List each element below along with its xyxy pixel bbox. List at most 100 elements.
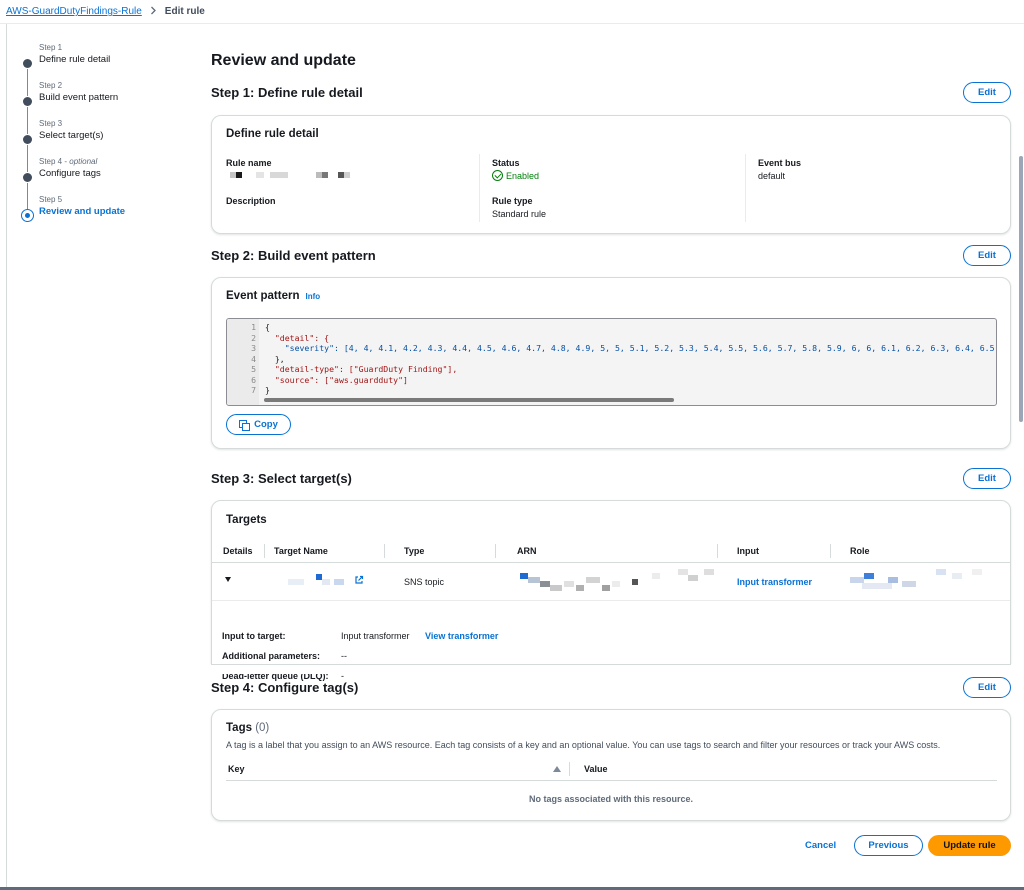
update-rule-button[interactable]: Update rule xyxy=(928,835,1011,856)
column-type: Type xyxy=(404,546,425,556)
column-divider xyxy=(569,762,570,776)
section-divider xyxy=(211,664,1011,665)
code-line: } xyxy=(265,385,270,395)
wizard-step-label: Build event pattern xyxy=(39,92,119,103)
page-scrollbar[interactable] xyxy=(1018,24,1024,887)
step-dot-icon xyxy=(23,135,32,144)
step3-edit-button[interactable]: Edit xyxy=(963,468,1011,489)
wizard-step-1[interactable]: Step 1 Define rule detail xyxy=(18,42,188,96)
rule-type-label: Rule type xyxy=(492,196,533,206)
column-value: Value xyxy=(584,764,608,774)
event-pattern-code[interactable]: 1 2 3 4 5 6 7 { "detail": { "severity": … xyxy=(226,318,997,406)
header-divider xyxy=(212,562,1010,563)
wizard-step-label: Review and update xyxy=(39,206,126,217)
column-role: Role xyxy=(850,546,870,556)
event-pattern-card: Event pattern Info 1 2 3 4 5 6 7 { "detai… xyxy=(211,277,1011,449)
input-transformer-link[interactable]: Input transformer xyxy=(737,577,812,587)
wizard-step-2[interactable]: Step 2 Build event pattern xyxy=(18,80,188,134)
code-line: "severity": [4, 4, 4.1, 4.2, 4.3, 4.4, 4… xyxy=(265,343,997,353)
rule-name-label: Rule name xyxy=(226,158,272,168)
chevron-right-icon xyxy=(150,6,157,18)
code-line: }, xyxy=(265,353,285,364)
status-text: Enabled xyxy=(506,170,540,181)
wizard-step-4[interactable]: Step 4 - optional Configure tags xyxy=(18,156,188,210)
status-value: Enabled xyxy=(492,170,539,181)
column-target-name: Target Name xyxy=(274,546,328,556)
status-label: Status xyxy=(492,158,520,168)
wizard-step-number: Step 2 xyxy=(39,81,63,90)
section-gap xyxy=(201,664,1021,674)
column-divider xyxy=(479,154,480,222)
previous-button[interactable]: Previous xyxy=(854,835,923,856)
tags-description: A tag is a label that you assign to an A… xyxy=(226,740,941,750)
page-border xyxy=(6,24,7,888)
line-number: 3 xyxy=(251,343,256,353)
step2-heading: Step 2: Build event pattern xyxy=(211,248,376,263)
step1-heading: Step 1: Define rule detail xyxy=(211,85,363,100)
step2-edit-button[interactable]: Edit xyxy=(963,245,1011,266)
success-check-icon xyxy=(492,170,503,181)
copy-label: Copy xyxy=(254,419,278,430)
wizard-step-optional: optional xyxy=(69,157,98,166)
column-divider xyxy=(745,154,746,222)
column-divider xyxy=(495,544,496,558)
page-scrollbar-thumb[interactable] xyxy=(1019,156,1023,422)
description-label: Description xyxy=(226,196,276,206)
wizard-step-3[interactable]: Step 3 Select target(s) xyxy=(18,118,188,172)
code-line: { xyxy=(265,322,270,332)
breadcrumb-current: Edit rule xyxy=(164,6,205,17)
code-horizontal-scrollbar[interactable] xyxy=(264,398,674,402)
step-dot-icon xyxy=(23,97,32,106)
sort-ascending-icon[interactable] xyxy=(553,766,561,772)
wizard-step-number: Step 1 xyxy=(39,43,63,52)
code-line: "detail": { xyxy=(265,332,330,343)
column-details: Details xyxy=(223,546,253,556)
step-dot-icon xyxy=(23,59,32,68)
empty-tags-message: No tags associated with this resource. xyxy=(528,794,694,804)
card-title: Define rule detail xyxy=(226,128,319,140)
wizard-navigation: Step 1 Define rule detail Step 2 Build e… xyxy=(18,42,188,232)
column-arn: ARN xyxy=(517,546,537,556)
cancel-button[interactable]: Cancel xyxy=(805,840,836,851)
wizard-step-number: Step 4 - optional xyxy=(39,157,98,166)
step-dot-icon xyxy=(23,173,32,182)
code-line: "detail-type": ["GuardDuty Finding"], xyxy=(265,364,458,374)
external-link-icon[interactable] xyxy=(354,575,364,588)
additional-parameters-value: -- xyxy=(341,651,347,661)
additional-parameters-label: Additional parameters: xyxy=(222,651,321,661)
wizard-step-number-text: Step 4 xyxy=(39,157,63,166)
expand-caret-icon[interactable] xyxy=(225,577,231,582)
view-transformer-link[interactable]: View transformer xyxy=(425,631,498,641)
rule-detail-card: Define rule detail Rule name Description… xyxy=(211,115,1011,234)
step4-edit-button[interactable]: Edit xyxy=(963,677,1011,698)
column-divider xyxy=(830,544,831,558)
line-number: 4 xyxy=(251,353,256,364)
line-number: 6 xyxy=(251,374,256,385)
rule-type-value: Standard rule xyxy=(492,209,547,219)
card-title: Event pattern Info xyxy=(226,290,320,302)
page-title: Review and update xyxy=(211,52,356,69)
line-number: 2 xyxy=(251,332,256,343)
line-number: 1 xyxy=(251,322,256,332)
wizard-step-number: Step 5 xyxy=(39,195,63,204)
column-input: Input xyxy=(737,546,759,556)
step1-edit-button[interactable]: Edit xyxy=(963,82,1011,103)
event-bus-value: default xyxy=(758,171,786,181)
wizard-step-label: Select target(s) xyxy=(39,130,104,141)
step4-heading: Step 4: Configure tag(s) xyxy=(211,680,359,695)
copy-button[interactable]: Copy xyxy=(226,414,291,435)
wizard-step-label: Configure tags xyxy=(39,168,101,179)
card-title: Tags (0) xyxy=(226,722,269,734)
breadcrumb-rule-link[interactable]: AWS-GuardDutyFindings-Rule xyxy=(6,6,142,17)
wizard-step-5[interactable]: Step 5 Review and update xyxy=(18,194,188,232)
column-divider xyxy=(264,544,265,558)
wizard-step-label: Define rule detail xyxy=(39,54,111,65)
code-line: "source": ["aws.guardduty"] xyxy=(265,374,408,385)
wizard-step-number: Step 3 xyxy=(39,119,63,128)
step3-heading: Step 3: Select target(s) xyxy=(211,471,352,486)
line-number: 5 xyxy=(251,364,256,374)
info-link[interactable]: Info xyxy=(306,292,321,301)
row-divider xyxy=(212,600,1010,601)
line-number: 7 xyxy=(251,385,256,395)
tags-title: Tags xyxy=(226,722,252,734)
